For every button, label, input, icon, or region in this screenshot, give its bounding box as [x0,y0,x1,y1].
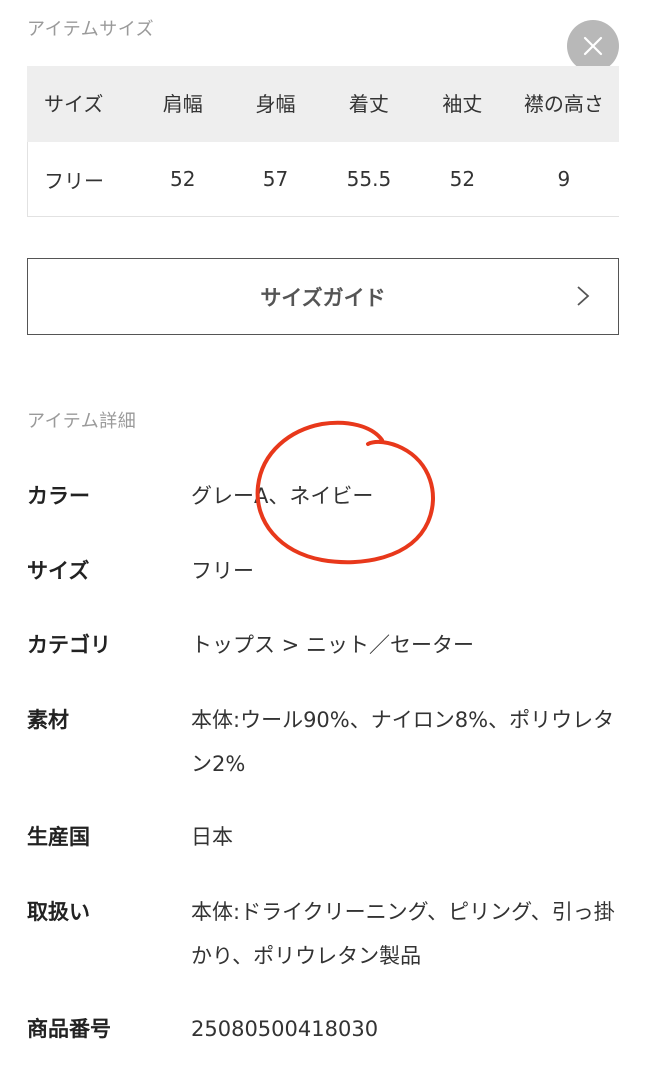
detail-label: 素材 [27,708,69,732]
table-cell: 55.5 [321,142,416,217]
detail-label: 取扱い [27,900,90,924]
detail-value: 25080500418030 [191,1017,379,1041]
detail-value: 日本 [191,825,233,849]
table-cell: 52 [415,142,509,217]
header-length: 着丈 [321,66,416,142]
detail-label: カテゴリ [27,633,111,657]
table-cell: フリー [27,142,137,217]
size-table: サイズ 肩幅 身幅 着丈 袖丈 襟の高さ フリー 52 57 55.5 52 9 [27,66,619,217]
size-table-header: サイズ 肩幅 身幅 着丈 袖丈 襟の高さ [27,66,619,142]
item-detail-title: アイテム詳細 [27,411,137,432]
detail-value: フリー [191,559,254,583]
detail-value: トップス > ニット／セーター [191,633,474,657]
close-icon [583,36,603,56]
header-sleeve-length: 袖丈 [415,66,509,142]
close-button[interactable] [567,20,619,72]
table-cell: 52 [136,142,230,217]
detail-value: 本体:ウール90%、ナイロン8%、ポリウレタン2% [191,708,615,776]
header-body-width: 身幅 [229,66,322,142]
table-cell: 57 [229,142,322,217]
size-guide-button[interactable]: サイズガイド [27,258,619,335]
size-guide-label: サイズガイド [260,285,386,310]
detail-label: カラー [27,484,90,508]
header-collar-height: 襟の高さ [508,66,619,142]
header-shoulder-width: 肩幅 [136,66,230,142]
detail-label: 生産国 [27,825,90,849]
header-size: サイズ [27,66,137,142]
detail-label: サイズ [27,559,90,583]
detail-label: 商品番号 [27,1017,111,1041]
detail-value: グレーA、ネイビー [191,484,374,508]
chevron-right-icon [577,286,590,306]
table-row: フリー 52 57 55.5 52 9 [27,142,619,217]
table-divider [27,142,28,217]
item-size-title: アイテムサイズ [27,19,155,40]
detail-value: 本体:ドライクリーニング、ピリング、引っ掛かり、ポリウレタン製品 [191,900,615,968]
table-cell: 9 [508,142,619,217]
